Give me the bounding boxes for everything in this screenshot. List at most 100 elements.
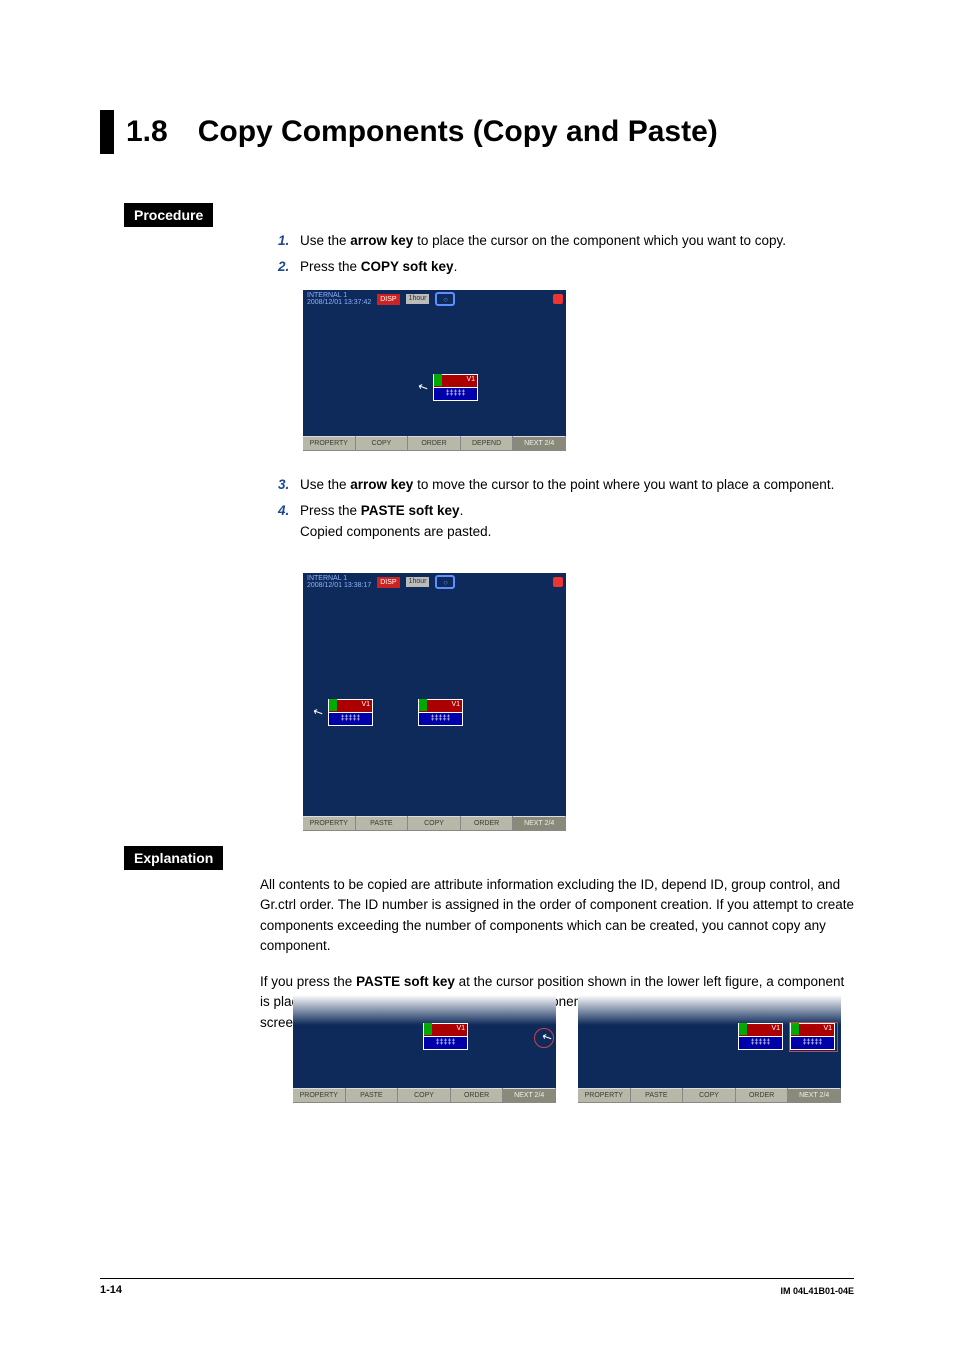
text: INTERNAL 1 bbox=[307, 575, 371, 582]
softkey-paste[interactable]: PASTE bbox=[356, 816, 409, 831]
page-number: 1-14 bbox=[100, 1284, 122, 1296]
fade-overlay bbox=[293, 995, 556, 1025]
tab-icon bbox=[434, 374, 442, 386]
softkey-order[interactable]: ORDER bbox=[408, 436, 461, 451]
doc-code: IM 04L41B01-04E bbox=[780, 1286, 854, 1296]
text: V1 bbox=[456, 1025, 465, 1032]
steps-block-2: 3. Use the arrow key to move the cursor … bbox=[278, 475, 858, 542]
step-text: Use the arrow key to move the cursor to … bbox=[300, 475, 858, 495]
bold-term: arrow key bbox=[350, 233, 413, 248]
rate-label: 1hour bbox=[406, 294, 430, 304]
component-value: ‡‡‡‡‡ bbox=[328, 713, 373, 726]
heading-number: 1.8 bbox=[126, 115, 168, 149]
text: INTERNAL 1 bbox=[307, 292, 371, 299]
record-indicator-icon bbox=[553, 577, 563, 587]
explanation-label: Explanation bbox=[124, 846, 223, 870]
softkey-next[interactable]: NEXT 2/4 bbox=[788, 1088, 841, 1103]
softkey-copy[interactable]: COPY bbox=[356, 436, 409, 451]
text: V1 bbox=[361, 701, 370, 708]
text: . bbox=[454, 259, 458, 274]
text: to move the cursor to the point where yo… bbox=[413, 477, 834, 492]
status-icon: ○ bbox=[435, 575, 455, 589]
step-number: 3. bbox=[278, 475, 300, 495]
softkey-property[interactable]: PROPERTY bbox=[293, 1088, 346, 1103]
bold-term: arrow key bbox=[350, 477, 413, 492]
component-header: V1 bbox=[423, 1023, 468, 1037]
softkey-next[interactable]: NEXT 2/4 bbox=[513, 436, 566, 451]
page: 1.8 Copy Components (Copy and Paste) Pro… bbox=[0, 0, 954, 1350]
step-4: 4. Press the PASTE soft key. bbox=[278, 501, 858, 521]
text: V1 bbox=[466, 376, 475, 383]
text: Press the bbox=[300, 503, 361, 518]
device-partial-right: V1 ‡‡‡‡‡ V1 ‡‡‡‡‡ PROPERTY PASTE COPY OR… bbox=[578, 995, 841, 1103]
softkey-bar: PROPERTY PASTE COPY ORDER NEXT 2/4 bbox=[293, 1088, 556, 1103]
steps-block-1: 1. Use the arrow key to place the cursor… bbox=[278, 231, 858, 282]
component-header: V1 bbox=[418, 699, 463, 713]
cursor-icon: ↖ bbox=[311, 704, 326, 721]
fade-overlay bbox=[578, 995, 841, 1025]
softkey-bar: PROPERTY COPY ORDER DEPEND NEXT 2/4 bbox=[303, 436, 566, 451]
cursor-icon: ↖ bbox=[416, 379, 431, 396]
softkey-paste[interactable]: PASTE bbox=[631, 1088, 684, 1103]
softkey-bar: PROPERTY PASTE COPY ORDER NEXT 2/4 bbox=[578, 1088, 841, 1103]
step-4-sub: Copied components are pasted. bbox=[300, 522, 858, 542]
step-3: 3. Use the arrow key to move the cursor … bbox=[278, 475, 858, 495]
procedure-label: Procedure bbox=[124, 203, 213, 227]
step-number: 4. bbox=[278, 501, 300, 521]
step-number: 2. bbox=[278, 257, 300, 277]
text: Use the bbox=[300, 477, 350, 492]
tab-icon bbox=[329, 699, 337, 711]
component-value: ‡‡‡‡‡ bbox=[738, 1037, 783, 1050]
text: Press the bbox=[300, 259, 361, 274]
softkey-paste[interactable]: PASTE bbox=[346, 1088, 399, 1103]
bold-term: PASTE soft key bbox=[356, 974, 455, 989]
softkey-next[interactable]: NEXT 2/4 bbox=[513, 816, 566, 831]
heading-text: Copy Components (Copy and Paste) bbox=[198, 115, 718, 149]
softkey-property[interactable]: PROPERTY bbox=[578, 1088, 631, 1103]
text: to place the cursor on the component whi… bbox=[413, 233, 786, 248]
softkey-copy[interactable]: COPY bbox=[683, 1088, 736, 1103]
section-heading: 1.8 Copy Components (Copy and Paste) bbox=[100, 110, 718, 154]
heading-bar bbox=[100, 110, 114, 154]
text: . bbox=[460, 503, 464, 518]
softkey-order[interactable]: ORDER bbox=[461, 816, 514, 831]
component-box: V1 ‡‡‡‡‡ bbox=[738, 1023, 783, 1049]
softkey-next[interactable]: NEXT 2/4 bbox=[503, 1088, 556, 1103]
device-header: INTERNAL 1 2008/12/01 13:38:17 DISP 1hou… bbox=[303, 573, 566, 591]
status-icon: ○ bbox=[435, 292, 455, 306]
softkey-depend[interactable]: DEPEND bbox=[461, 436, 514, 451]
text: If you press the bbox=[260, 974, 356, 989]
component-value: ‡‡‡‡‡ bbox=[423, 1037, 468, 1050]
component-header: V1 bbox=[738, 1023, 783, 1037]
step-1: 1. Use the arrow key to place the cursor… bbox=[278, 231, 858, 251]
softkey-order[interactable]: ORDER bbox=[451, 1088, 504, 1103]
softkey-copy[interactable]: COPY bbox=[398, 1088, 451, 1103]
softkey-copy[interactable]: COPY bbox=[408, 816, 461, 831]
tab-icon bbox=[419, 699, 427, 711]
component-value: ‡‡‡‡‡ bbox=[433, 388, 478, 401]
text: V1 bbox=[451, 701, 460, 708]
component-box: V1 ‡‡‡‡‡ bbox=[423, 1023, 468, 1049]
rate-label: 1hour bbox=[406, 577, 430, 587]
device-header: INTERNAL 1 2008/12/01 13:37:42 DISP 1hou… bbox=[303, 290, 566, 308]
softkey-property[interactable]: PROPERTY bbox=[303, 436, 356, 451]
component-box: V1 ‡‡‡‡‡ bbox=[418, 699, 463, 725]
device-canvas: ↖ V1 ‡‡‡‡‡ V1 ‡‡‡‡‡ bbox=[303, 591, 566, 816]
step-number: 1. bbox=[278, 231, 300, 251]
step-text: Press the COPY soft key. bbox=[300, 257, 858, 277]
component-box: V1 ‡‡‡‡‡ bbox=[328, 699, 373, 725]
disp-badge: DISP bbox=[377, 294, 399, 305]
component-box: V1 ‡‡‡‡‡ bbox=[433, 374, 478, 400]
device-partial-left: V1 ‡‡‡‡‡ ↖ PROPERTY PASTE COPY ORDER NEX… bbox=[293, 995, 556, 1103]
softkey-bar: PROPERTY PASTE COPY ORDER NEXT 2/4 bbox=[303, 816, 566, 831]
bottom-figures: V1 ‡‡‡‡‡ ↖ PROPERTY PASTE COPY ORDER NEX… bbox=[293, 995, 841, 1103]
softkey-order[interactable]: ORDER bbox=[736, 1088, 789, 1103]
component-header: V1 bbox=[433, 374, 478, 388]
device-screenshot-1: INTERNAL 1 2008/12/01 13:37:42 DISP 1hou… bbox=[303, 290, 566, 452]
cursor-highlight-circle bbox=[534, 1028, 554, 1048]
timestamp: 2008/12/01 13:37:42 bbox=[307, 299, 371, 306]
timestamp: 2008/12/01 13:38:17 bbox=[307, 582, 371, 589]
softkey-property[interactable]: PROPERTY bbox=[303, 816, 356, 831]
device-screenshot-2: INTERNAL 1 2008/12/01 13:38:17 DISP 1hou… bbox=[303, 573, 566, 831]
step-text: Press the PASTE soft key. bbox=[300, 501, 858, 521]
